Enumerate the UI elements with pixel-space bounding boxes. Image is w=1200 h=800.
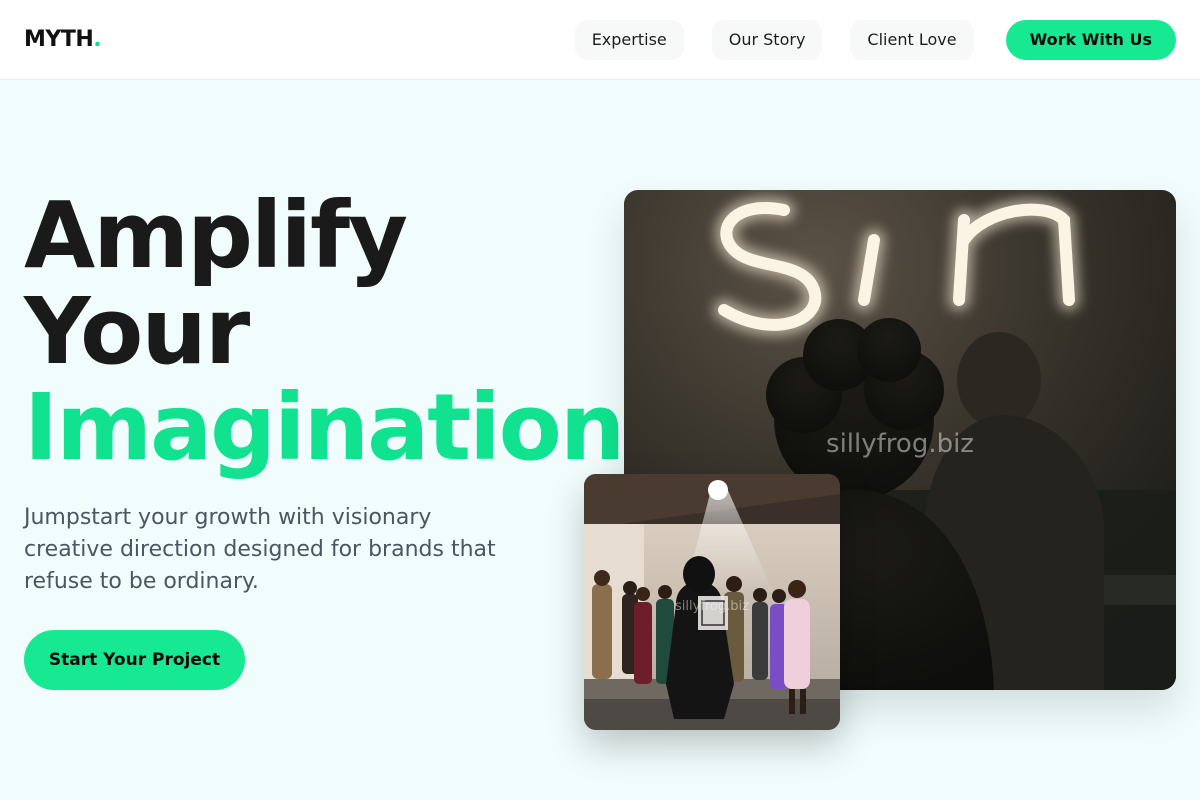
start-project-button[interactable]: Start Your Project (24, 630, 245, 690)
fashion-show-photo: sillyfrog.biz (584, 474, 840, 730)
hero-headline: Amplify Your Imagination. (24, 182, 658, 481)
headline-line-2: Your (24, 278, 250, 385)
brand-logo[interactable]: MYTH. (24, 27, 102, 52)
nav-link-our-story[interactable]: Our Story (711, 19, 823, 60)
headline-line-3: Imagination. (24, 374, 658, 481)
logo-dot: . (93, 27, 102, 52)
hero-subtext: Jumpstart your growth with visionary cre… (24, 505, 496, 594)
main-image-watermark: sillyfrog.biz (826, 429, 974, 459)
logo-text: MYTH (24, 27, 94, 52)
hero-secondary-image: sillyfrog.biz (584, 474, 840, 730)
headline-line-1: Amplify (24, 182, 408, 289)
small-image-watermark: sillyfrog.biz (675, 599, 749, 614)
top-navbar: MYTH. Expertise Our Story Client Love Wo… (0, 0, 1200, 80)
nav-link-client-love[interactable]: Client Love (850, 19, 974, 60)
nav-link-expertise[interactable]: Expertise (574, 19, 684, 60)
nav-links: Expertise Our Story Client Love Work Wit… (574, 19, 1176, 60)
work-with-us-button[interactable]: Work With Us (1005, 19, 1176, 60)
